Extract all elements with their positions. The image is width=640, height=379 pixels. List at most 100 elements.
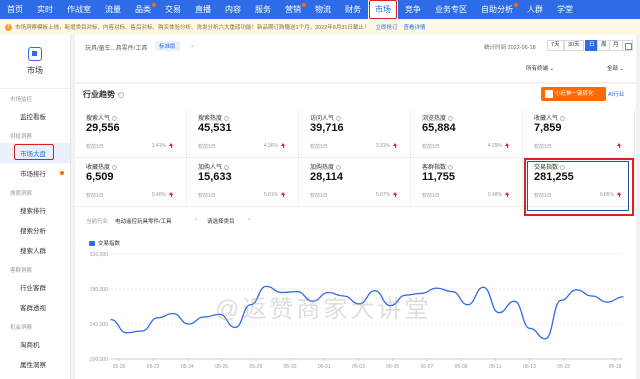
stat-time: 统计时间 2022-06-18	[484, 45, 536, 51]
x-tick-label: 06-13	[523, 364, 536, 370]
sidebar-item[interactable]: 市场大盘	[0, 143, 70, 163]
data-point	[265, 285, 267, 287]
sidebar-item[interactable]: 搜索分析	[0, 220, 70, 240]
metric-value: 65,884	[422, 122, 456, 134]
metric-label: 加购人气	[198, 162, 230, 171]
nav-item-17[interactable]: 学堂	[550, 0, 580, 19]
sidebar-header: 市场	[0, 35, 70, 89]
nav-item-5[interactable]: 交易	[158, 0, 188, 19]
calendar-icon[interactable]	[622, 40, 633, 51]
help-icon	[336, 164, 342, 170]
metric-label: 收藏人气	[534, 113, 566, 122]
robot-icon	[545, 90, 553, 98]
device-select[interactable]: 所有终端 ⌄	[526, 64, 554, 72]
compare-category-select[interactable]: 请选择类目	[207, 217, 235, 225]
x-tick-label: 05-20	[113, 364, 126, 370]
filter-bar: 玩具/童车...具零件/工具 标准版 ⌄ 统计时间 2022-06-18 7天 …	[75, 35, 636, 82]
ai-industry-link[interactable]: AI行业	[608, 90, 624, 98]
help-icon	[448, 164, 454, 170]
help-icon	[336, 115, 342, 121]
data-point	[591, 295, 593, 297]
metric-compare: 较前1日	[86, 193, 104, 199]
up-arrow-icon	[169, 192, 173, 197]
nav-item-6[interactable]: 直播	[188, 0, 218, 19]
metric-card[interactable]: 加购热度 28,114 较前1日 5.07%	[299, 158, 411, 207]
metric-pct: 5.01%	[263, 192, 278, 198]
chevron-down-icon[interactable]: ⌄	[194, 216, 199, 222]
nav-item-0[interactable]: 首页	[0, 0, 30, 19]
sidebar-title: 市场	[27, 66, 43, 75]
x-tick-label: 06-03	[352, 364, 365, 370]
metric-card[interactable]: 收藏人气 7,859 较前1日	[523, 109, 635, 158]
nav-item-8[interactable]: 服务	[248, 0, 278, 19]
nav-item-4[interactable]: 品类	[128, 0, 158, 19]
metric-card[interactable]: 浏览热度 65,884 较前1日 4.29%	[411, 109, 523, 158]
nav-item-2[interactable]: 作战室	[60, 0, 98, 19]
nav-item-7[interactable]: 内容	[218, 0, 248, 19]
sidebar-item[interactable]: 搜索排行	[0, 200, 70, 220]
data-point	[156, 317, 159, 319]
sidebar-item[interactable]: 监控看板	[0, 106, 70, 126]
chevron-down-icon[interactable]: ⌄	[190, 42, 195, 49]
nav-item-15[interactable]: 自助分析	[474, 0, 520, 19]
range-month[interactable]: 月	[609, 40, 623, 51]
panel-title: 行业趋势?	[83, 90, 124, 99]
convert-button[interactable]: 小旺神一键转化	[541, 87, 606, 101]
chevron-down-icon[interactable]: ⌄	[247, 216, 252, 222]
metric-card[interactable]: 客群指数 11,755 较前1日 5.48%	[411, 158, 523, 207]
up-arrow-icon	[505, 192, 509, 197]
metric-pct: 5.48%	[487, 192, 502, 198]
x-tick-label: 05-26	[215, 364, 228, 370]
nav-item-9[interactable]: 营销	[278, 0, 308, 19]
nav-item-14[interactable]: 业务专区	[428, 0, 474, 19]
sidebar-item[interactable]: 淘商机	[0, 334, 70, 354]
metric-value: 11,755	[422, 171, 456, 183]
nav-item-12[interactable]: 市场	[368, 0, 398, 19]
metric-card[interactable]: 访问人气 39,716 较前1日 3.91%	[299, 109, 411, 158]
metric-card[interactable]: 加购人气 15,633 较前1日 5.01%	[187, 158, 299, 207]
help-icon	[448, 115, 454, 121]
sidebar-item[interactable]: 客群透视	[0, 297, 70, 317]
notice-link-details[interactable]: 查看详情	[404, 23, 426, 31]
nav-item-10[interactable]: 物流	[308, 0, 338, 19]
chart-filters: 当前行业 电动遥控玩具零件/工具 ⌄ 请选择类目 ⌄	[75, 215, 636, 227]
metric-card[interactable]: 交易指数 281,255 较前1日 0.85%	[523, 158, 635, 216]
market-icon	[28, 47, 42, 61]
range-30d[interactable]: 30天	[564, 40, 584, 51]
metric-card[interactable]: 搜索人气 29,556 较前1日 3.41%	[75, 109, 187, 158]
metric-value: 7,859	[534, 122, 562, 134]
data-point	[622, 296, 624, 298]
industry-trend-panel: 行业趋势? 小旺神一键转化 AI行业 搜索人气 29,556 较前1日 3.41% 搜索…	[75, 84, 636, 379]
data-point	[125, 332, 128, 334]
sidebar-item[interactable]: 行业客群	[0, 277, 70, 297]
range-7d[interactable]: 7天	[547, 40, 564, 51]
up-arrow-icon	[281, 143, 285, 148]
y-tick-label: 200,000	[90, 357, 108, 363]
x-tick-label: 06-11	[489, 364, 502, 370]
sidebar-item[interactable]: 市场排行	[0, 163, 70, 183]
notice-link[interactable]: 立即抢订	[375, 23, 397, 31]
nav-item-1[interactable]: 实时	[30, 0, 60, 19]
sidebar-item[interactable]: 搜索人群	[0, 240, 70, 260]
metric-label: 浏览热度	[422, 113, 454, 122]
nav-item-13[interactable]: 竞争	[398, 0, 428, 19]
nav-item-11[interactable]: 财务	[338, 0, 368, 19]
data-point	[544, 338, 547, 340]
nav-item-3[interactable]: 流量	[98, 0, 128, 19]
current-industry-value[interactable]: 电动遥控玩具零件/工具	[115, 217, 172, 225]
metric-card[interactable]: 搜索热度 45,531 较前1日 4.36%	[187, 109, 299, 158]
metric-value: 29,556	[86, 122, 120, 134]
data-point	[575, 289, 578, 291]
sidebar-item[interactable]: 属性洞察	[0, 354, 70, 374]
up-arrow-icon	[393, 143, 397, 148]
nav-item-16[interactable]: 人群	[520, 0, 550, 19]
metric-pct: 5.40%	[151, 192, 166, 198]
scope-select[interactable]: 全部 ⌄	[607, 64, 624, 72]
metric-compare: 较前1日	[310, 193, 328, 199]
category-breadcrumb[interactable]: 玩具/童车...具零件/工具	[85, 43, 147, 52]
data-point	[141, 330, 143, 332]
metric-label: 加购热度	[310, 162, 342, 171]
sidebar-group-label: 客群洞察	[10, 268, 33, 274]
watermark-text: @返赞商家大讲堂	[215, 296, 432, 323]
metric-card[interactable]: 收藏热度 6,509 较前1日 5.40%	[75, 158, 187, 207]
